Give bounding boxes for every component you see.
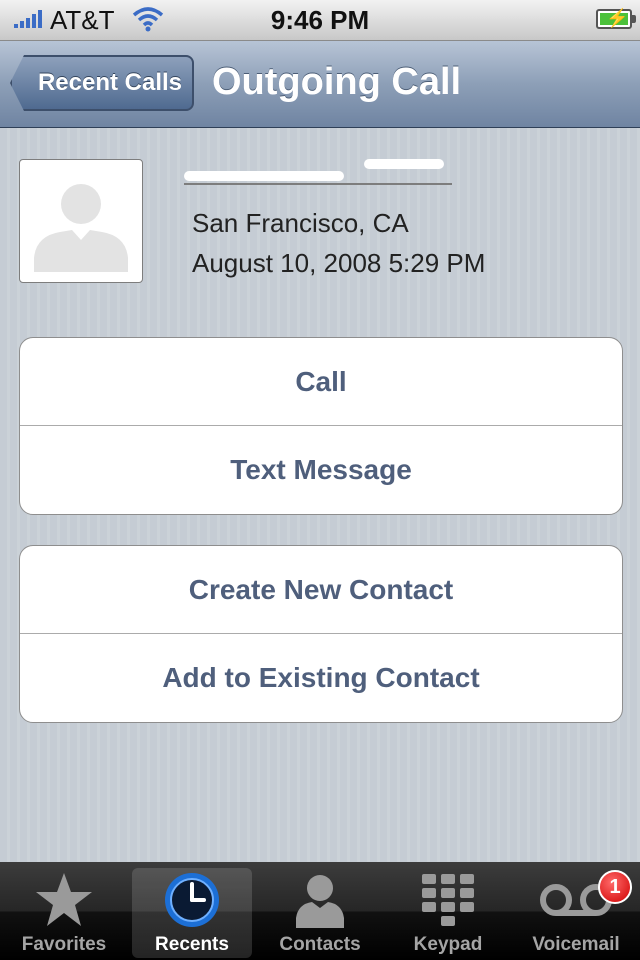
call-location: San Francisco, CA [192, 208, 409, 238]
voicemail-badge: 1 [598, 870, 632, 904]
back-button[interactable]: Recent Calls [10, 55, 194, 111]
tab-keypad[interactable]: Keypad [384, 862, 512, 960]
person-placeholder-icon [34, 184, 128, 272]
navigation-bar: Recent Calls Outgoing Call [0, 41, 640, 128]
tab-label: Favorites [21, 934, 107, 955]
page-title: Outgoing Call [212, 61, 462, 103]
call-datetime: August 10, 2008 5:29 PM [192, 248, 486, 278]
call-button[interactable]: Call [20, 338, 622, 425]
add-to-existing-contact-button[interactable]: Add to Existing Contact [20, 633, 622, 721]
tab-label: Contacts [279, 934, 361, 955]
status-time: 9:46 PM [270, 5, 370, 35]
redacted-phone-number [184, 153, 452, 185]
tab-label: Voicemail [532, 934, 620, 955]
star-icon [36, 873, 92, 926]
tab-favorites[interactable]: Favorites [0, 862, 128, 960]
clock-icon [165, 873, 219, 927]
contact-avatar [19, 159, 143, 283]
status-bar: AT&T 9:46 PM ⚡ [0, 0, 640, 41]
contact-actions-group: Create New Contact Add to Existing Conta… [19, 545, 623, 723]
tab-bar: Favorites Recents Contacts Keypad 1 Voic… [0, 862, 640, 960]
tab-label: Keypad [413, 934, 483, 955]
tab-recents[interactable]: Recents [128, 862, 256, 960]
call-actions-group: Call Text Message [19, 337, 623, 515]
call-detail-view: San Francisco, CA August 10, 2008 5:29 P… [0, 128, 640, 862]
battery-icon: ⚡ [596, 8, 636, 29]
create-new-contact-button[interactable]: Create New Contact [20, 546, 622, 633]
keypad-icon [422, 874, 474, 926]
tab-voicemail[interactable]: 1 Voicemail [512, 862, 640, 960]
tab-contacts[interactable]: Contacts [256, 862, 384, 960]
person-icon [296, 875, 344, 928]
text-message-button[interactable]: Text Message [20, 425, 622, 513]
tab-label: Recents [155, 934, 229, 955]
